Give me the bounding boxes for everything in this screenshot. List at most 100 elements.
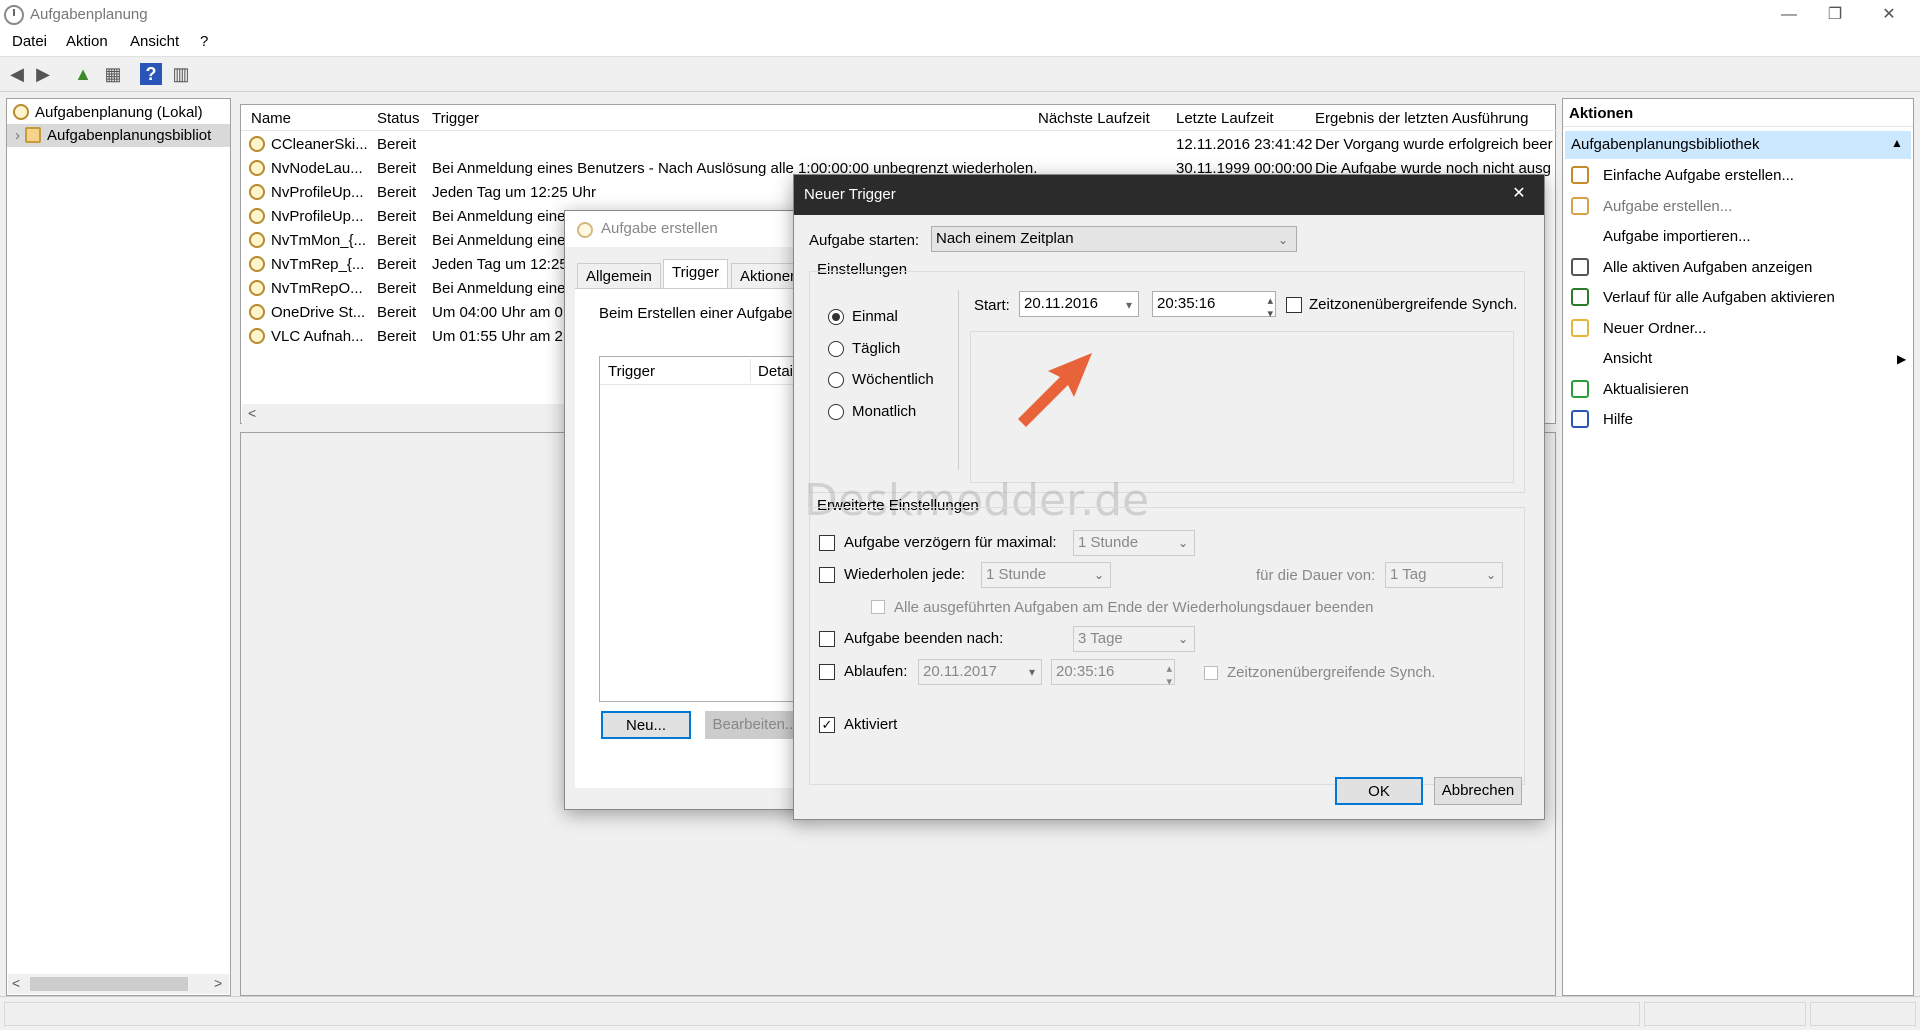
trigger-list[interactable]: Trigger Detail	[599, 356, 819, 702]
up-folder-icon[interactable]: ▲	[72, 63, 94, 85]
tree-root[interactable]: Aufgabenplanung (Lokal)	[7, 101, 230, 124]
action-item[interactable]: Verlauf für alle Aufgaben aktivieren	[1571, 283, 1911, 313]
cancel-button[interactable]: Abbrechen	[1434, 777, 1522, 805]
radio-3[interactable]	[828, 403, 844, 420]
start-task-value: Nach einem Zeitplan	[936, 230, 1074, 247]
tree-scroll-thumb[interactable]	[30, 977, 188, 991]
menu-ansicht[interactable]: Ansicht	[130, 33, 179, 50]
table-row[interactable]: CCleanerSki... Bereit 12.11.2016 23:41:42 D…	[241, 133, 1557, 157]
sync-checkbox[interactable]	[1286, 297, 1302, 313]
col-trigger[interactable]: Trigger	[432, 110, 479, 127]
duration-value: 1 Tag	[1390, 566, 1427, 583]
chevron-down-icon: ⌄	[1277, 233, 1288, 247]
expire-sync-checkbox[interactable]	[1204, 666, 1218, 680]
stop-after-label: Aufgabe beenden nach:	[844, 630, 1004, 647]
action-item[interactable]: Aktualisieren	[1571, 375, 1911, 405]
expire-time-spinner[interactable]: 20:35:16 ▴ ▾	[1051, 659, 1175, 688]
actions-section-library[interactable]: Aufgabenplanungsbibliothek ▲	[1565, 131, 1911, 159]
delay-checkbox[interactable]	[819, 535, 835, 551]
repeat-select[interactable]: 1 Stunde ⌄	[981, 562, 1111, 588]
actions-pane: Aktionen Aufgabenplanungsbibliothek ▲ Ei…	[1562, 98, 1914, 996]
start-task-select[interactable]: Nach einem Zeitplan ⌄	[931, 226, 1297, 252]
calendar-icon[interactable]: ▾	[1126, 293, 1132, 317]
status-cell	[1644, 1002, 1806, 1026]
action-item[interactable]: Hilfe	[1571, 405, 1911, 435]
task-status: Bereit	[377, 160, 417, 177]
back-arrow-icon[interactable]: ◀	[6, 63, 28, 85]
tree-scrollbar[interactable]: < >	[8, 974, 229, 994]
dialog-close-button[interactable]: ✕	[1504, 183, 1534, 207]
scroll-left-icon[interactable]: <	[12, 975, 20, 991]
task-name: NvNodeLau...	[271, 160, 363, 177]
action-item[interactable]: Aufgabe erstellen...	[1571, 192, 1911, 222]
arrow-annotation-icon	[1018, 353, 1092, 427]
action-item[interactable]: Alle aktiven Aufgaben anzeigen	[1571, 253, 1911, 283]
expire-sync-label: Zeitzonenübergreifende Synch.	[1227, 664, 1436, 681]
show-hide-tree-icon[interactable]: ▦	[102, 63, 124, 85]
col-result[interactable]: Ergebnis der letzten Ausführung	[1315, 110, 1528, 127]
tree-library[interactable]: › Aufgabenplanungsbibliot	[7, 124, 230, 147]
spin-down-icon[interactable]: ▾	[1267, 302, 1273, 326]
minimize-button[interactable]: —	[1766, 0, 1812, 30]
new-folder-icon	[1571, 318, 1589, 337]
expire-date-picker[interactable]: 20.11.2017 ▾	[918, 659, 1042, 685]
menu-help[interactable]: ?	[200, 33, 208, 50]
close-button[interactable]: ✕	[1866, 0, 1912, 30]
trigger-list-col-trigger[interactable]: Trigger	[608, 363, 655, 380]
actions-section-label: Aufgabenplanungsbibliothek	[1571, 136, 1760, 153]
col-name[interactable]: Name	[251, 110, 291, 127]
tab-allgemein[interactable]: Allgemein	[577, 263, 661, 289]
action-item[interactable]: Neuer Ordner...	[1571, 314, 1911, 344]
expand-chevron-icon[interactable]: ›	[15, 124, 25, 147]
help-icon[interactable]: ?	[140, 63, 162, 85]
spin-down-icon[interactable]: ▾	[1166, 670, 1172, 694]
start-date-picker[interactable]: 20.11.2016 ▾	[1019, 291, 1139, 317]
create-task-dialog: Aufgabe erstellen Allgemein Trigger Akti…	[564, 210, 819, 810]
task-status: Bereit	[377, 280, 417, 297]
task-status: Bereit	[377, 304, 417, 321]
refresh-icon	[1571, 379, 1589, 398]
new-trigger-button[interactable]: Neu...	[601, 711, 691, 739]
calendar-icon[interactable]: ▾	[1029, 660, 1035, 684]
start-time-spinner[interactable]: 20:35:16 ▴ ▾	[1152, 291, 1276, 320]
radio-2[interactable]	[828, 372, 844, 388]
forward-arrow-icon[interactable]: ▶	[32, 63, 54, 85]
radio-1[interactable]	[828, 340, 844, 357]
action-item[interactable]: Ansicht ▶	[1571, 344, 1911, 374]
scroll-left-icon[interactable]: <	[248, 405, 256, 421]
action-item[interactable]: Einfache Aufgabe erstellen...	[1571, 161, 1911, 191]
stop-all-checkbox[interactable]	[871, 600, 885, 614]
action-label: Aufgabe importieren...	[1603, 228, 1751, 245]
collapse-icon[interactable]: ▲	[1891, 136, 1903, 150]
menu-datei[interactable]: Datei	[12, 33, 47, 50]
col-status[interactable]: Status	[377, 110, 420, 127]
stop-after-select[interactable]: 3 Tage ⌄	[1073, 626, 1195, 652]
create-task-title: Aufgabe erstellen	[565, 211, 803, 247]
ok-button[interactable]: OK	[1335, 777, 1423, 805]
show-hide-actions-icon[interactable]: ▥	[170, 63, 192, 85]
action-label: Einfache Aufgabe erstellen...	[1603, 167, 1794, 184]
restore-button[interactable]: ❐	[1812, 0, 1858, 30]
menu-aktion[interactable]: Aktion	[66, 33, 108, 50]
repeat-checkbox[interactable]	[819, 567, 835, 583]
task-clock-icon	[249, 136, 265, 152]
task-trigger: Jeden Tag um 12:25 Uhr	[432, 184, 596, 201]
tab-trigger[interactable]: Trigger	[663, 259, 728, 289]
delay-select[interactable]: 1 Stunde ⌄	[1073, 530, 1195, 556]
action-label: Aktualisieren	[1603, 380, 1689, 398]
duration-select[interactable]: 1 Tag ⌄	[1385, 562, 1503, 588]
enabled-checkbox[interactable]: ✓	[819, 717, 835, 733]
task-clock-icon	[249, 208, 265, 224]
edit-trigger-button[interactable]: Bearbeiten...	[705, 711, 805, 739]
action-item[interactable]: Aufgabe importieren...	[1571, 222, 1911, 252]
col-next-run[interactable]: Nächste Laufzeit	[1038, 110, 1150, 127]
radio-0[interactable]	[828, 309, 844, 325]
task-list-scrollbar[interactable]: <	[242, 404, 572, 424]
start-label: Start:	[974, 297, 1010, 314]
expire-checkbox[interactable]	[819, 664, 835, 680]
stop-after-checkbox[interactable]	[819, 631, 835, 647]
col-last-run[interactable]: Letzte Laufzeit	[1176, 110, 1274, 127]
scroll-right-icon[interactable]: >	[214, 975, 222, 991]
new-trigger-dialog: Neuer Trigger ✕ Aufgabe starten: Nach ei…	[793, 174, 1545, 820]
trigger-list-col-detail[interactable]: Detail	[758, 363, 796, 380]
